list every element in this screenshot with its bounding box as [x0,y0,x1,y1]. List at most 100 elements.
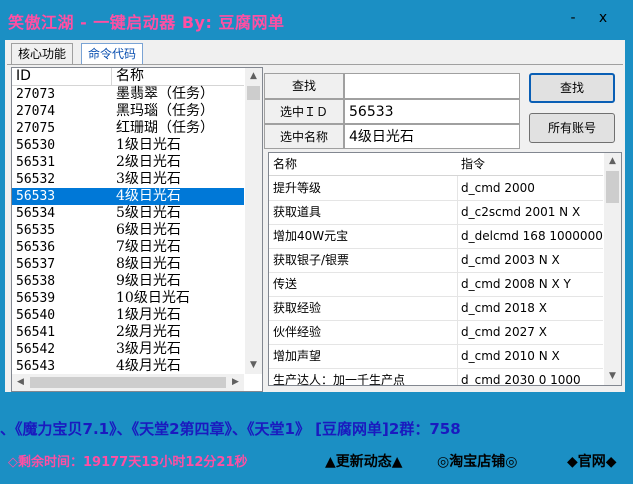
list-item[interactable]: 56536 7级日光石 [12,239,244,256]
item-id: 56537 [16,257,56,272]
search-input[interactable] [344,73,520,99]
command-table[interactable]: 名称 指令 提升等级 d_cmd 2000 获取道具 d_c2scmd 2001 N … [268,152,622,386]
item-name: 9级日光石 [116,273,181,289]
command-code: d_cmd 2000 [461,181,535,195]
command-name: 提升等级 [273,181,322,195]
list-item[interactable]: 56542 3级月光石 [12,341,244,358]
item-list-vscrollbar[interactable]: ▲ ▼ [245,68,262,374]
update-news-link[interactable]: ▲更新动态▲ [325,451,403,471]
list-item[interactable]: 27073 墨翡翠（任务） [12,86,244,103]
command-name: 增加声望 [273,349,322,363]
table-row[interactable]: 生产达人：加一千生产点 d_cmd 2030 0 1000 [269,368,603,386]
command-table-vscrollbar[interactable]: ▲ ▼ [604,153,621,385]
list-item[interactable]: 56540 1级月光石 [12,307,244,324]
item-id: 56541 [16,325,56,340]
close-button[interactable]: x [593,8,613,28]
scrolling-announcement: 、《魔力宝贝7.1》、《天堂2第四章》、《天堂1》 [豆腐网单]2群：758 [0,420,461,438]
item-id: 56531 [16,155,56,170]
column-header-command[interactable]: 指令 [461,153,485,175]
list-item[interactable]: 56531 2级日光石 [12,154,244,171]
item-rows: 27073 墨翡翠（任务） 27074 黑玛瑙（任务） 27075 红珊瑚（任务） 5653… [12,86,244,391]
item-id: 27075 [16,121,56,136]
all-accounts-button[interactable]: 所有账号 [529,113,615,143]
scroll-down-icon[interactable]: ▼ [245,357,262,374]
list-item[interactable]: 56537 8级日光石 [12,256,244,273]
scroll-up-icon[interactable]: ▲ [604,153,621,170]
search-button[interactable]: 查找 [529,73,615,103]
item-id: 56538 [16,274,56,289]
item-id: 56533 [16,189,56,204]
command-name: 传送 [273,277,298,291]
item-id: 27074 [16,104,56,119]
command-name: 获取道具 [273,205,322,219]
list-item[interactable]: 56541 2级月光石 [12,324,244,341]
selected-name-field[interactable]: 4级日光石 [344,124,520,149]
table-row[interactable]: 获取经验 d_cmd 2018 X [269,296,603,321]
item-name: 2级日光石 [116,154,181,170]
item-list-hscrollbar[interactable]: ◀ ▶ [12,374,244,391]
tab-core-functions[interactable]: 核心功能 [11,43,74,64]
tab-command-codes[interactable]: 命令代码 [81,43,144,64]
scroll-down-icon[interactable]: ▼ [604,368,621,385]
item-name: 2级月光石 [116,324,181,340]
scroll-left-icon[interactable]: ◀ [12,374,29,391]
table-row[interactable]: 获取银子/银票 d_cmd 2003 N X [269,248,603,273]
list-item[interactable]: 56543 4级月光石 [12,358,244,375]
command-code: d_cmd 2018 X [461,301,547,315]
item-name: 3级日光石 [116,171,181,187]
list-item[interactable]: 56533 4级日光石 [12,188,244,205]
list-item[interactable]: 27075 红珊瑚（任务） [12,120,244,137]
command-name: 增加40W元宝 [273,229,349,243]
command-name: 获取经验 [273,301,322,315]
list-item[interactable]: 27074 黑玛瑙（任务） [12,103,244,120]
column-header-name[interactable]: 名称 [116,68,144,85]
table-row[interactable]: 获取道具 d_c2scmd 2001 N X [269,200,603,225]
item-name: 红珊瑚（任务） [116,120,214,136]
item-id: 56534 [16,206,56,221]
main-panel: 核心功能 命令代码 ID 名称 27073 墨翡翠（任务） 27074 黑玛瑙（任务）… [5,40,625,392]
item-id: 56532 [16,172,56,187]
search-label: 查找 [264,73,344,99]
table-row[interactable]: 传送 d_cmd 2008 N X Y [269,272,603,297]
command-code: d_c2scmd 2001 N X [461,205,581,219]
selected-id-field[interactable]: 56533 [344,99,520,124]
tab-content: ID 名称 27073 墨翡翠（任务） 27074 黑玛瑙（任务） 27075 红珊瑚（任… [7,64,623,392]
minimize-button[interactable]: - [563,8,583,28]
selected-name-label: 选中名称 [264,124,344,149]
item-id: 56542 [16,342,56,357]
item-id: 56540 [16,308,56,323]
column-header-id[interactable]: ID [16,68,31,85]
list-item[interactable]: 56534 5级日光石 [12,205,244,222]
item-name: 黑玛瑙（任务） [116,103,214,119]
item-list[interactable]: ID 名称 27073 墨翡翠（任务） 27074 黑玛瑙（任务） 27075 红珊瑚（任… [11,67,263,392]
list-item[interactable]: 56535 6级日光石 [12,222,244,239]
command-code: d_delcmd 168 1000000 [461,229,603,243]
title-bar: 笑傲江湖 - 一键启动器 By: 豆腐网单 - x [0,0,633,40]
scroll-right-icon[interactable]: ▶ [227,374,244,391]
item-name: 6级日光石 [116,222,181,238]
list-item[interactable]: 56532 3级日光石 [12,171,244,188]
table-row[interactable]: 伙伴经验 d_cmd 2027 X [269,320,603,345]
item-name: 4级月光石 [116,358,181,374]
command-code: d_cmd 2010 N X [461,349,560,363]
header-divider [111,68,112,85]
hscroll-thumb[interactable] [30,377,226,388]
official-site-link[interactable]: ◆官网◆ [567,451,617,471]
command-name: 获取银子/银票 [273,253,350,267]
command-code: d_cmd 2030 0 1000 [461,373,581,386]
list-item[interactable]: 56530 1级日光石 [12,137,244,154]
column-header-command-name[interactable]: 名称 [273,153,297,175]
taobao-shop-link[interactable]: ◎淘宝店铺◎ [437,451,517,471]
table-row[interactable]: 增加40W元宝 d_delcmd 168 1000000 [269,224,603,249]
scroll-up-icon[interactable]: ▲ [245,68,262,85]
scroll-thumb[interactable] [247,86,260,100]
table-row[interactable]: 提升等级 d_cmd 2000 [269,176,603,201]
list-item[interactable]: 56538 9级日光石 [12,273,244,290]
scroll-thumb[interactable] [606,171,619,203]
item-name: 1级月光石 [116,307,181,323]
command-table-header: 名称 指令 [269,153,603,176]
list-item[interactable]: 56539 10级日光石 [12,290,244,307]
item-id: 56535 [16,223,56,238]
table-row[interactable]: 增加声望 d_cmd 2010 N X [269,344,603,369]
item-name: 5级日光石 [116,205,181,221]
